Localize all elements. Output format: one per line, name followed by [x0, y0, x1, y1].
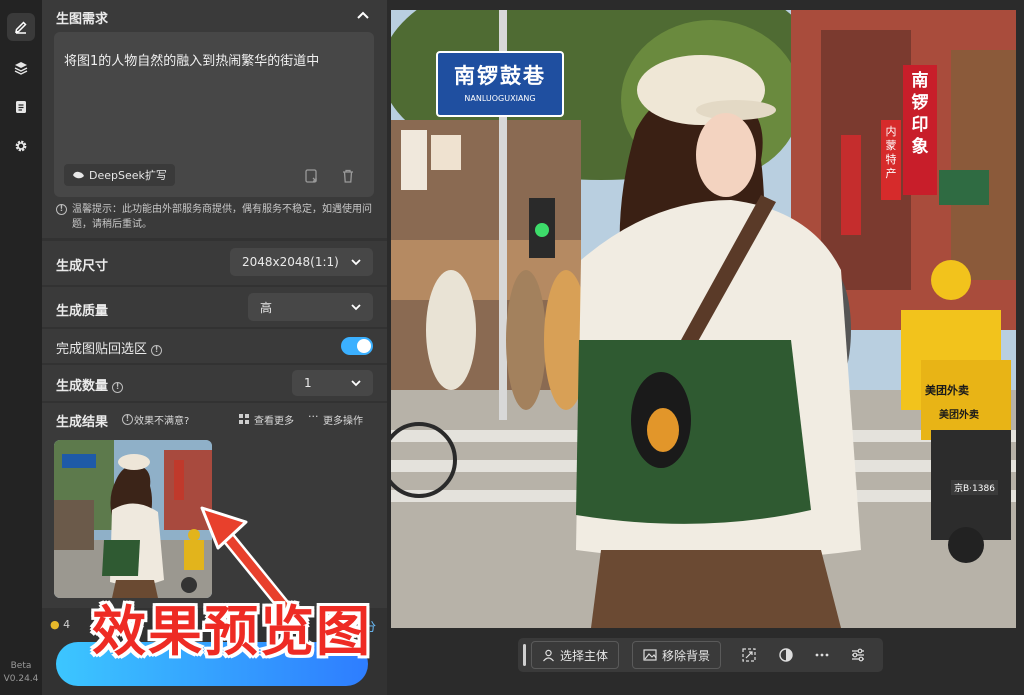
select-subject-button[interactable]: 选择主体	[531, 641, 620, 669]
preview-annotation-label: 效果预览图	[92, 600, 372, 663]
tip-text: ! 温馨提示：此功能由外部服务商提供，偶有服务不稳定，如遇使用问题，请稍后重试。	[56, 202, 376, 232]
quality-select[interactable]: 高	[248, 293, 373, 321]
image-icon	[643, 649, 657, 661]
main-preview-image[interactable]: 南锣鼓巷 NANLUOGUXIANG 南锣印象 内蒙特产 美团外卖 美团外卖 京…	[391, 10, 1016, 628]
image-viewer: 南锣鼓巷 NANLUOGUXIANG 南锣印象 内蒙特产 美团外卖 美团外卖 京…	[387, 0, 1024, 695]
info-icon: !	[56, 204, 67, 215]
prompt-text: 将图1的人物自然的融入到热闹繁华的街道中	[64, 54, 320, 69]
version-label: Beta	[10, 661, 32, 671]
left-rail: Beta V0.24.4	[0, 0, 42, 695]
count-value: 1	[304, 376, 312, 390]
quality-row: 生成质量 高	[42, 287, 387, 327]
gear-icon[interactable]	[7, 132, 35, 160]
info-icon: !	[112, 382, 124, 393]
prompt-section: 生图需求 将图1的人物自然的融入到热闹繁华的街道中 DeepSeek扩写 ! 温…	[42, 0, 387, 238]
layers-icon[interactable]	[7, 54, 35, 82]
street-sign-cn: 南锣鼓巷	[454, 64, 546, 88]
settings-panel: 生图需求 将图1的人物自然的融入到热闹繁华的街道中 DeepSeek扩写 ! 温…	[42, 0, 387, 695]
prompt-textarea[interactable]: 将图1的人物自然的融入到热闹繁华的街道中 DeepSeek扩写	[54, 32, 374, 197]
whale-icon	[73, 171, 84, 179]
toolbar-drag-handle[interactable]	[523, 644, 526, 666]
chevron-down-icon	[351, 380, 361, 387]
count-label: 生成数量!	[56, 375, 124, 394]
paste-back-toggle[interactable]	[341, 337, 373, 355]
license-plate: 京B·1386	[951, 480, 998, 495]
chevron-down-icon	[351, 259, 361, 266]
more-icon[interactable]	[814, 647, 830, 663]
prompt-section-title: 生图需求	[56, 12, 109, 27]
more-actions-link[interactable]: 更多操作	[323, 412, 363, 427]
chevron-down-icon	[351, 304, 361, 311]
paste-back-row: 完成图贴回选区!	[42, 329, 387, 363]
size-value: 2048x2048(1:1)	[242, 255, 339, 269]
adjust-icon[interactable]	[850, 647, 866, 663]
remove-background-button[interactable]: 移除背景	[632, 641, 722, 669]
delivery-box-text-2: 美团外卖	[939, 410, 979, 421]
delivery-box-text-1: 美团外卖	[925, 384, 969, 397]
chevron-up-icon[interactable]	[357, 10, 369, 20]
result-thumbnail[interactable]	[54, 440, 212, 598]
person-icon	[543, 649, 554, 661]
version-number: V0.24.4	[3, 674, 39, 684]
size-label: 生成尺寸	[56, 259, 109, 274]
count-row: 生成数量! 1	[42, 365, 387, 401]
street-sign-en: NANLUOGUXIANG	[464, 94, 536, 103]
unsatisfied-link[interactable]: 效果不满意?	[134, 412, 189, 427]
image-toolbar: 选择主体 移除背景	[518, 638, 883, 672]
clipboard-icon[interactable]	[7, 93, 35, 121]
contrast-icon[interactable]	[778, 647, 794, 663]
deepseek-expand-button[interactable]: DeepSeek扩写	[64, 164, 175, 186]
deepseek-label: DeepSeek扩写	[89, 169, 167, 182]
result-label: 生成结果	[56, 415, 109, 430]
shop-sign-2: 内蒙特产	[885, 125, 897, 180]
expand-icon[interactable]	[741, 647, 757, 663]
more-dots-icon: ···	[308, 410, 319, 423]
count-select[interactable]: 1	[292, 370, 373, 396]
quality-value: 高	[260, 300, 273, 315]
info-icon: !	[122, 414, 133, 425]
trash-icon[interactable]	[340, 168, 356, 184]
coin-icon: ●	[50, 618, 60, 631]
edit-icon[interactable]	[7, 13, 35, 41]
paste-back-label: 完成图贴回选区!	[56, 338, 163, 357]
grid-icon	[239, 414, 249, 424]
size-row: 生成尺寸 2048x2048(1:1)	[42, 241, 387, 285]
view-more-link[interactable]: 查看更多	[254, 412, 294, 427]
copy-prompt-icon[interactable]	[304, 168, 320, 184]
quality-label: 生成质量	[56, 304, 109, 319]
shop-sign-1: 南锣印象	[911, 71, 929, 157]
info-icon: !	[151, 345, 163, 356]
size-select[interactable]: 2048x2048(1:1)	[230, 248, 373, 276]
